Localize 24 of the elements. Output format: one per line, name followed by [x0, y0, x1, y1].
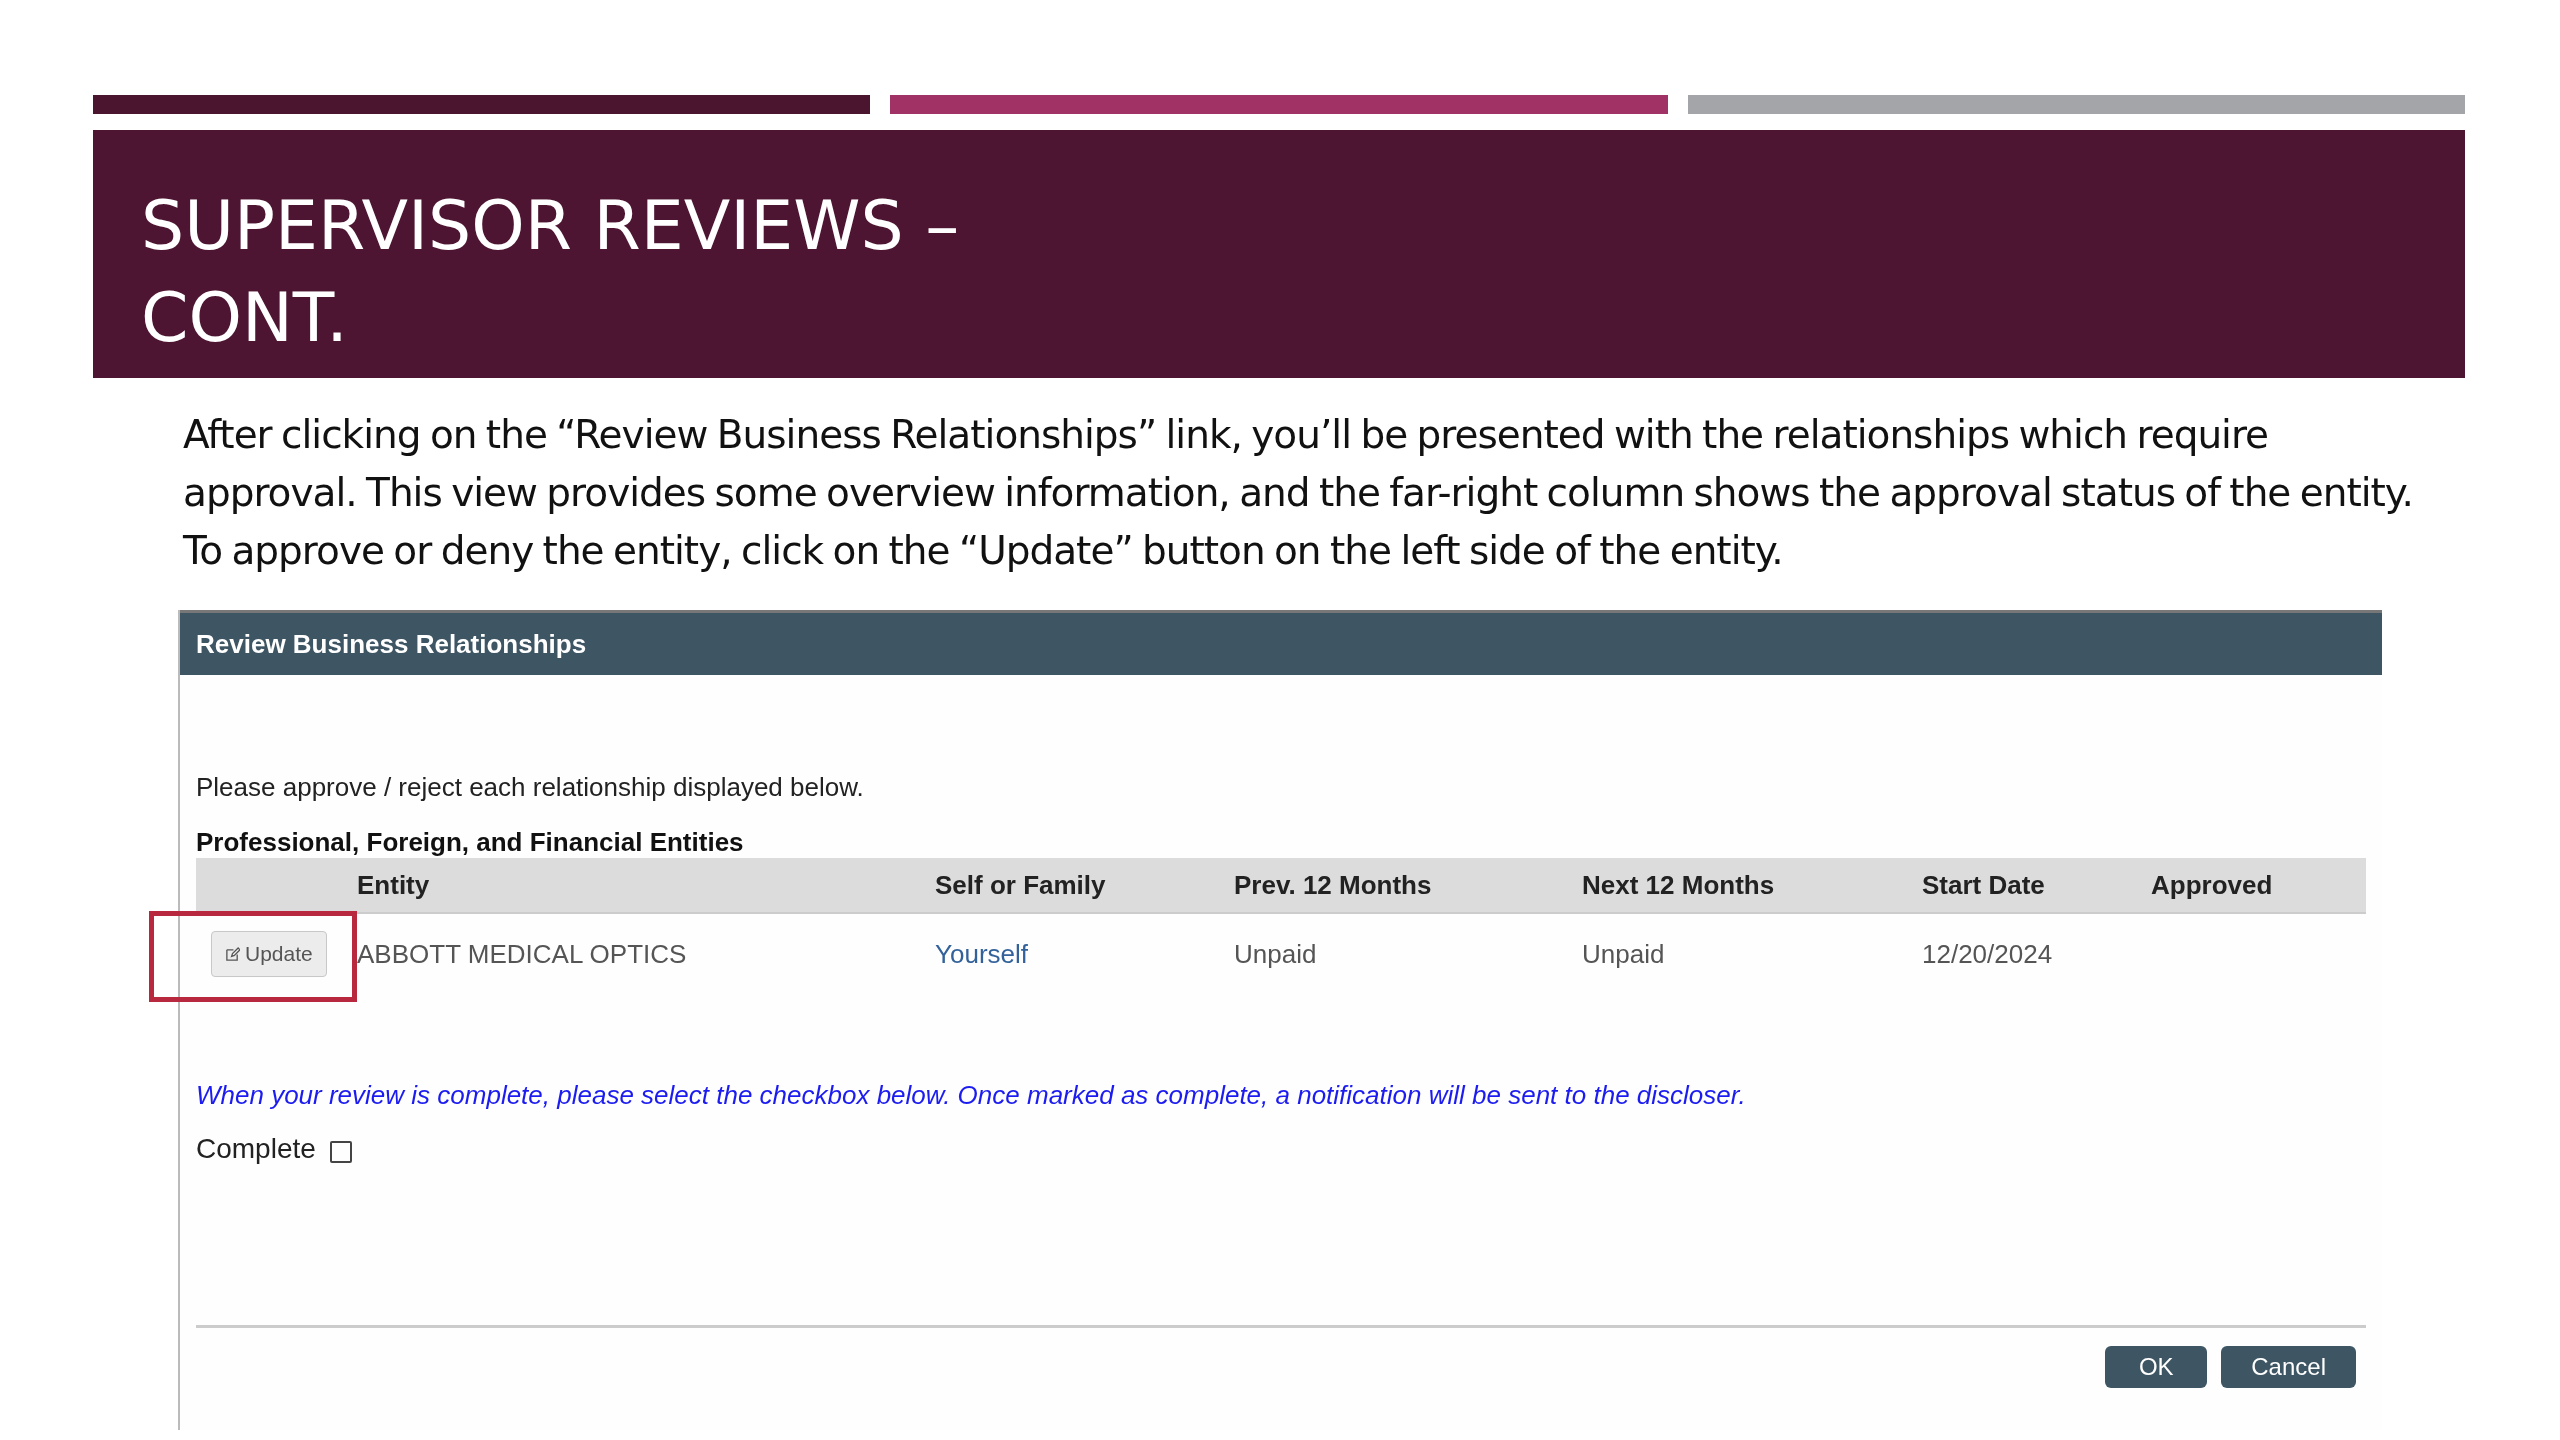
cancel-button[interactable]: Cancel — [2221, 1346, 2356, 1388]
edit-icon — [225, 946, 240, 962]
ok-button[interactable]: OK — [2105, 1346, 2208, 1388]
panel-title: Review Business Relationships — [196, 628, 587, 660]
column-header: Prev. 12 Months — [1234, 869, 1432, 900]
complete-checkbox[interactable] — [329, 1141, 352, 1163]
table-cell: ABBOTT MEDICAL OPTICS — [357, 938, 687, 969]
column-header: Self or Family — [935, 869, 1106, 900]
table-cell: 12/20/2024 — [1922, 938, 2053, 969]
instruction-text: Please approve / reject each relationship displayed below. — [196, 772, 865, 803]
body-paragraph: After clicking on the “Review Business Relationships” link, you’ll be presented with the relationships which require approval. This view provides some overview information, and the far-right column shows the approval status of the entity. To approve or deny the entity, click on the “Update” button on the left side of the entity. — [183, 411, 2414, 575]
relation-link[interactable]: Yourself — [935, 938, 1028, 969]
table-cell: Unpaid — [1582, 938, 1665, 969]
column-header: Start Date — [1922, 869, 2045, 900]
section-heading: Professional, Foreign, and Financial Entities — [196, 827, 745, 858]
column-header: Approved — [2151, 869, 2273, 900]
table-cell: Unpaid — [1234, 938, 1317, 969]
column-header: Next 12 Months — [1582, 869, 1775, 900]
note-text: When your review is complete, please select the checkbox below. Once marked as complete, a notification will be sent to the discloser. — [196, 1080, 1747, 1111]
column-header: Entity — [357, 869, 430, 900]
slide-title: SUPERVISOR REVIEWS – — [141, 185, 960, 267]
checkbox-label: Complete — [196, 1133, 316, 1165]
update-button[interactable]: Update — [211, 931, 327, 977]
slide-title: CONT. — [141, 277, 348, 359]
